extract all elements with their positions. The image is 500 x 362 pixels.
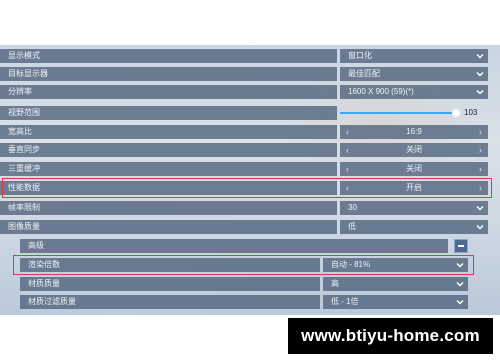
chevron-down-icon bbox=[476, 71, 484, 77]
graphics-quality-value: 低 bbox=[348, 222, 356, 231]
texture-quality-dropdown[interactable]: 高 bbox=[323, 277, 468, 291]
target-display-dropdown[interactable]: 最佳匹配 bbox=[340, 67, 488, 81]
setting-row-advanced: 高级 bbox=[20, 239, 470, 253]
setting-row-texture-filtering: 材质过滤质量 低 - 1倍 bbox=[20, 295, 468, 309]
texture-filtering-label: 材质过滤质量 bbox=[20, 295, 320, 309]
fps-limit-dropdown[interactable]: 30 bbox=[340, 201, 488, 215]
chevron-down-icon bbox=[476, 224, 484, 230]
texture-filtering-value: 低 - 1倍 bbox=[331, 297, 359, 306]
setting-row-fps-limit: 帧率限制 30 bbox=[0, 201, 488, 215]
chevron-down-icon bbox=[476, 89, 484, 95]
aspect-ratio-value: 16:9 bbox=[406, 127, 422, 136]
watermark-banner: www.btiyu-home.com bbox=[288, 318, 493, 354]
vsync-value: 关闭 bbox=[406, 145, 422, 154]
fps-limit-value: 30 bbox=[348, 203, 357, 212]
texture-filtering-dropdown[interactable]: 低 - 1倍 bbox=[323, 295, 468, 309]
setting-row-aspect-ratio: 宽高比 ‹ 16:9 › bbox=[0, 125, 488, 139]
triple-buffer-selector: ‹ 关闭 › bbox=[340, 162, 488, 176]
triple-buffer-label: 三重缓冲 bbox=[0, 162, 337, 176]
resolution-label: 分辨率 bbox=[0, 85, 337, 99]
graphics-settings-panel: 显示模式 窗口化 目标显示器 最佳匹配 分辨率 1600 X 900 (59)(… bbox=[0, 45, 500, 315]
fps-limit-label: 帧率限制 bbox=[0, 201, 337, 215]
setting-row-fov: 视野范围 103 bbox=[0, 106, 488, 120]
fov-label: 视野范围 bbox=[0, 106, 337, 120]
vsync-label: 垂直同步 bbox=[0, 143, 337, 157]
setting-row-display-mode: 显示模式 窗口化 bbox=[0, 49, 488, 63]
triple-buffer-value: 关闭 bbox=[406, 164, 422, 173]
graphics-quality-dropdown[interactable]: 低 bbox=[340, 220, 488, 234]
advanced-label: 高级 bbox=[20, 239, 448, 253]
highlight-box-render-scale bbox=[13, 255, 474, 275]
target-display-label: 目标显示器 bbox=[0, 67, 337, 81]
aspect-ratio-selector: ‹ 16:9 › bbox=[340, 125, 488, 139]
chevron-down-icon bbox=[456, 299, 464, 305]
texture-quality-value: 高 bbox=[331, 279, 339, 288]
resolution-dropdown[interactable]: 1600 X 900 (59)(*) bbox=[340, 85, 488, 99]
fov-slider-handle[interactable] bbox=[452, 109, 460, 117]
arrow-right-icon[interactable]: › bbox=[479, 143, 482, 157]
chevron-down-icon bbox=[456, 281, 464, 287]
chevron-down-icon bbox=[476, 205, 484, 211]
aspect-ratio-label: 宽高比 bbox=[0, 125, 337, 139]
vsync-selector: ‹ 关闭 › bbox=[340, 143, 488, 157]
setting-row-texture-quality: 材质质量 高 bbox=[20, 277, 468, 291]
arrow-right-icon[interactable]: › bbox=[479, 125, 482, 139]
fov-slider-track[interactable] bbox=[340, 112, 458, 114]
graphics-quality-label: 图像质量 bbox=[0, 220, 337, 234]
setting-row-graphics-quality: 图像质量 低 bbox=[0, 220, 488, 234]
display-mode-dropdown[interactable]: 窗口化 bbox=[340, 49, 488, 63]
resolution-value: 1600 X 900 (59)(*) bbox=[348, 87, 414, 96]
target-display-value: 最佳匹配 bbox=[348, 69, 380, 78]
setting-row-target-display: 目标显示器 最佳匹配 bbox=[0, 67, 488, 81]
setting-row-vsync: 垂直同步 ‹ 关闭 › bbox=[0, 143, 488, 157]
setting-row-triple-buffer: 三重缓冲 ‹ 关闭 › bbox=[0, 162, 488, 176]
texture-quality-label: 材质质量 bbox=[20, 277, 320, 291]
display-mode-label: 显示模式 bbox=[0, 49, 337, 63]
setting-row-resolution: 分辨率 1600 X 900 (59)(*) bbox=[0, 85, 488, 99]
display-mode-value: 窗口化 bbox=[348, 51, 372, 60]
fov-value: 103 bbox=[464, 108, 478, 117]
chevron-down-icon bbox=[476, 53, 484, 59]
collapse-advanced-button[interactable] bbox=[454, 239, 468, 253]
highlight-box-perf-data bbox=[2, 178, 492, 198]
arrow-right-icon[interactable]: › bbox=[479, 162, 482, 176]
